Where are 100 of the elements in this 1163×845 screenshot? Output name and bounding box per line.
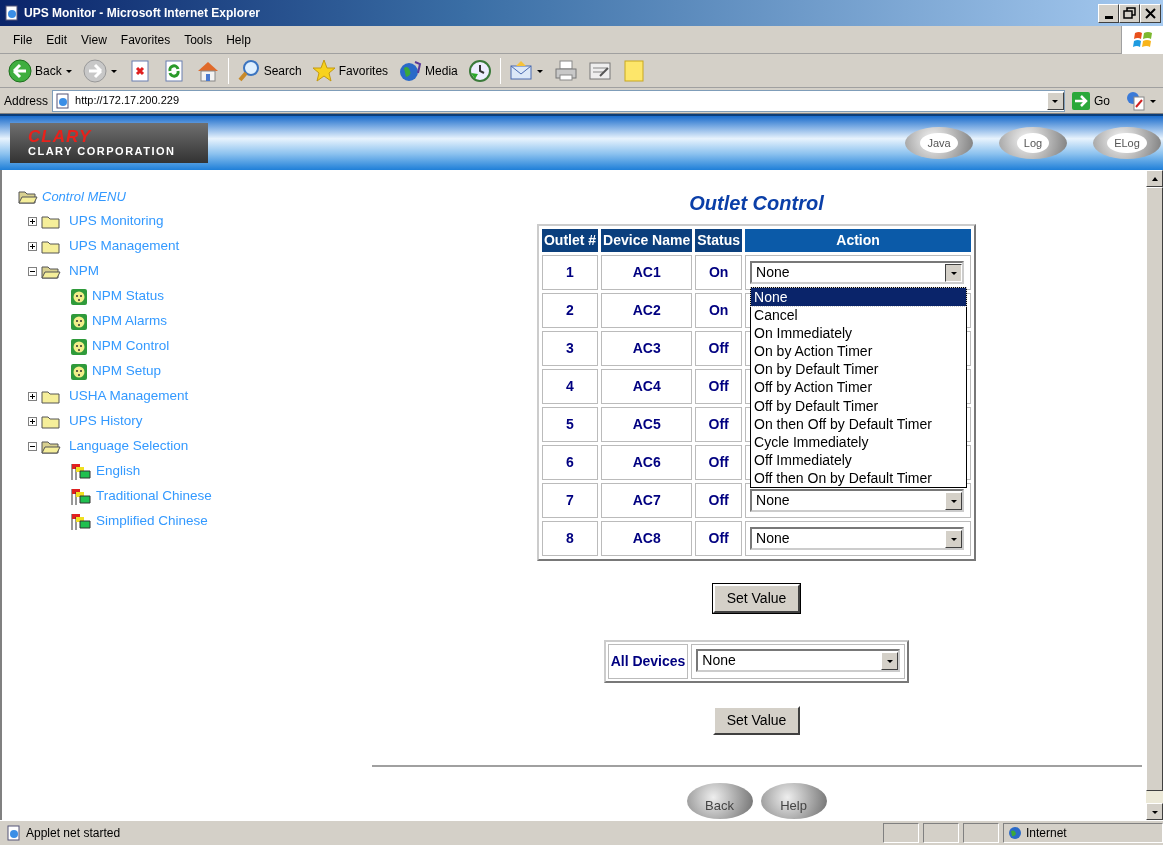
dropdown-field[interactable]: None	[750, 489, 965, 512]
page-icon	[6, 825, 22, 841]
collapse-icon[interactable]	[28, 267, 37, 276]
table-cell: 5	[541, 407, 599, 442]
page-title: Outlet Control	[689, 191, 824, 214]
folder-icon	[41, 388, 61, 405]
menu-item[interactable]: Help	[219, 30, 258, 49]
search-button[interactable]: Search	[234, 58, 304, 83]
menu-item[interactable]: Favorites	[113, 30, 178, 49]
set-value-button[interactable]: Set Value	[712, 706, 801, 735]
dropdown-arrow-icon	[1051, 97, 1060, 104]
dropdown-option[interactable]: On by Action Timer	[751, 342, 967, 361]
star-icon	[311, 58, 336, 83]
folder-icon	[41, 413, 61, 430]
dropdown-option[interactable]: On by Default Timer	[751, 360, 967, 379]
note-icon	[621, 58, 646, 83]
url-text: http://172.17.200.229	[75, 93, 179, 109]
forward-button[interactable]	[80, 58, 120, 83]
dropdown-field[interactable]: None	[750, 527, 965, 550]
caret-icon	[535, 67, 544, 74]
close-button[interactable]	[1140, 3, 1161, 23]
go-button[interactable]: Go	[1069, 90, 1112, 111]
power-outlet-icon	[70, 362, 88, 381]
table-cell: Off	[695, 407, 743, 442]
power-outlet-icon	[70, 312, 88, 331]
oval-button[interactable]: Help	[760, 783, 827, 819]
dropdown-option[interactable]: Off by Action Timer	[751, 378, 967, 397]
dropdown-arrow-icon	[949, 269, 958, 276]
restore-button[interactable]	[1119, 3, 1140, 23]
table-cell: 6	[541, 445, 599, 480]
column-header: Action	[745, 229, 972, 252]
dropdown-option[interactable]: Cancel	[751, 306, 967, 325]
column-header: Status	[695, 229, 743, 252]
oval-button[interactable]: Back	[686, 783, 753, 819]
media-button[interactable]: Media	[396, 58, 460, 83]
dropdown-option[interactable]: None	[751, 288, 967, 307]
menu-item[interactable]: Edit	[39, 30, 75, 49]
dropdown-arrow-icon	[949, 535, 958, 542]
power-outlet-icon	[70, 337, 88, 356]
logo-mark: CLARY	[28, 128, 93, 145]
menu-item[interactable]: View	[74, 30, 114, 49]
table-cell: On	[695, 293, 743, 328]
power-outlet-icon	[70, 287, 88, 306]
table-cell: AC7	[601, 483, 693, 518]
dropdown-arrow-icon	[885, 657, 894, 664]
status-pane	[963, 823, 999, 843]
table-cell: 3	[541, 331, 599, 366]
oval-button[interactable]: Log	[999, 127, 1067, 159]
folder-icon	[41, 238, 61, 255]
flags-icon	[70, 487, 92, 506]
table-cell: Off	[695, 483, 743, 518]
expand-icon[interactable]	[28, 217, 37, 226]
column-header: Outlet #	[541, 229, 599, 252]
open-folder-icon	[41, 438, 61, 455]
scrollbar[interactable]	[1146, 170, 1163, 820]
oval-button[interactable]: ELog	[1093, 127, 1161, 159]
caret-icon	[109, 67, 118, 74]
collapse-icon[interactable]	[28, 442, 37, 451]
window-title: UPS Monitor - Microsoft Internet Explorer	[24, 5, 260, 22]
table-cell: 1	[541, 255, 599, 290]
page-icon	[4, 5, 20, 21]
scroll-up-icon	[1150, 175, 1159, 182]
dropdown-option[interactable]: Off by Default Timer	[751, 396, 967, 415]
envelope-icon	[508, 58, 533, 83]
clock-icon	[467, 58, 492, 83]
expand-icon[interactable]	[28, 242, 37, 251]
status-pane	[923, 823, 959, 843]
folder-icon	[41, 213, 61, 230]
dropdown-option[interactable]: On then Off by Default Timer	[751, 414, 967, 433]
dropdown-option[interactable]: Cycle Immediately	[751, 432, 967, 451]
page-icon	[55, 92, 72, 109]
oval-button[interactable]: Java	[905, 127, 973, 159]
dropdown-button[interactable]	[1047, 91, 1064, 110]
dropdown-arrow-icon	[949, 497, 958, 504]
back-button[interactable]: Back	[6, 58, 75, 83]
favorites-button[interactable]: Favorites	[309, 58, 391, 83]
menu-item[interactable]: File	[6, 30, 40, 49]
table-cell: Off	[695, 331, 743, 366]
dropdown-field[interactable]: None	[696, 649, 901, 672]
open-folder-icon	[18, 188, 38, 205]
status-pane	[883, 823, 919, 843]
expand-icon[interactable]	[28, 417, 37, 426]
printer-icon	[553, 58, 578, 83]
menu-item[interactable]: Tools	[177, 30, 220, 49]
open-folder-icon	[41, 263, 61, 280]
dropdown-option[interactable]: Off Immediately	[751, 450, 967, 469]
table-cell: AC6	[601, 445, 693, 480]
dropdown-option[interactable]: Off then On by Default Timer	[751, 468, 967, 488]
menu-title: Control MENU	[42, 187, 126, 206]
globe-icon	[1008, 826, 1022, 840]
expand-icon[interactable]	[28, 392, 37, 401]
address-field[interactable]: http://172.17.200.229	[52, 89, 1065, 112]
minimize-button[interactable]	[1098, 3, 1119, 23]
table-cell: Off	[695, 445, 743, 480]
set-value-button[interactable]: Set Value	[712, 584, 801, 613]
table-cell: AC1	[601, 255, 693, 290]
pdf-convert-button[interactable]	[1124, 90, 1159, 111]
dropdown-option[interactable]: On Immediately	[751, 324, 967, 343]
document-globe-icon	[1126, 90, 1146, 111]
dropdown-field[interactable]: None	[750, 261, 965, 284]
